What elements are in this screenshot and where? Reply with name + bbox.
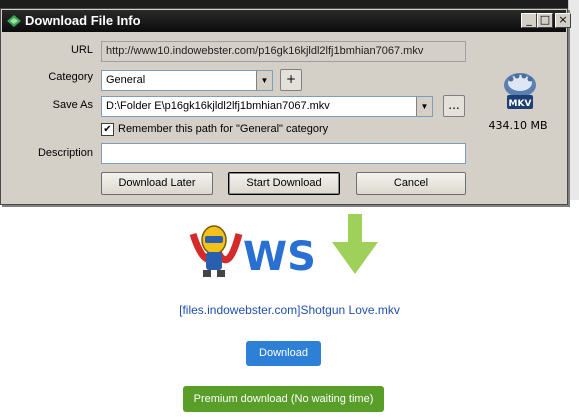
add-category-button[interactable]: +	[280, 69, 302, 91]
dialog-title: Download File Info	[25, 13, 141, 28]
download-file-info-dialog: Download File Info _ □ × URL http://www1…	[0, 8, 571, 205]
category-select[interactable]: General ▼	[101, 70, 273, 91]
save-as-label: Save As	[52, 99, 93, 111]
file-size: 434.10 MB	[488, 119, 548, 132]
url-label: URL	[70, 44, 93, 56]
filename-link[interactable]: [files.indowebster.com]Shotgun Love.mkv	[0, 303, 579, 317]
chevron-down-icon[interactable]: ▼	[256, 71, 272, 90]
save-as-select[interactable]: D:\Folder E\p16gk16kjldl2lfj1bmhian7067.…	[101, 96, 433, 117]
browser-scrollbar-area[interactable]	[568, 0, 579, 200]
category-label: Category	[48, 71, 93, 83]
browser-top-strip	[0, 0, 579, 8]
category-value: General	[106, 74, 146, 86]
remember-path-checkbox[interactable]: ✔	[101, 123, 114, 136]
mascot-icon	[201, 225, 227, 277]
download-later-button[interactable]: Download Later	[101, 172, 213, 195]
maximize-button[interactable]: □	[537, 13, 553, 28]
mkv-badge: MKV	[509, 99, 532, 109]
remember-path-label[interactable]: Remember this path for "General" categor…	[118, 123, 328, 135]
cancel-button[interactable]: Cancel	[356, 172, 466, 195]
idm-app-icon	[7, 15, 21, 27]
page: Download File Info _ □ × URL http://www1…	[0, 0, 579, 417]
start-download-button[interactable]: Start Download	[228, 172, 340, 195]
browse-button[interactable]: ...	[443, 95, 465, 117]
url-field[interactable]: http://www10.indowebster.com/p16gk16kjld…	[101, 41, 466, 62]
save-as-value: D:\Folder E\p16gk16kjldl2lfj1bmhian7067.…	[106, 100, 330, 112]
download-button[interactable]: Download	[246, 341, 321, 366]
indowebster-logo[interactable]: WS	[185, 214, 395, 280]
mkv-file-icon: MKV	[504, 73, 536, 109]
dialog-titlebar[interactable]: Download File Info _ □ ×	[2, 10, 571, 32]
description-label: Description	[37, 147, 93, 159]
minimize-button[interactable]: _	[521, 13, 537, 28]
logo-text: WS	[243, 234, 316, 280]
description-field[interactable]	[101, 143, 466, 164]
green-download-arrow-icon	[332, 214, 378, 274]
premium-download-button[interactable]: Premium download (No waiting time)	[183, 386, 384, 412]
chevron-down-icon[interactable]: ▼	[416, 97, 432, 116]
close-button[interactable]: ×	[555, 13, 571, 28]
